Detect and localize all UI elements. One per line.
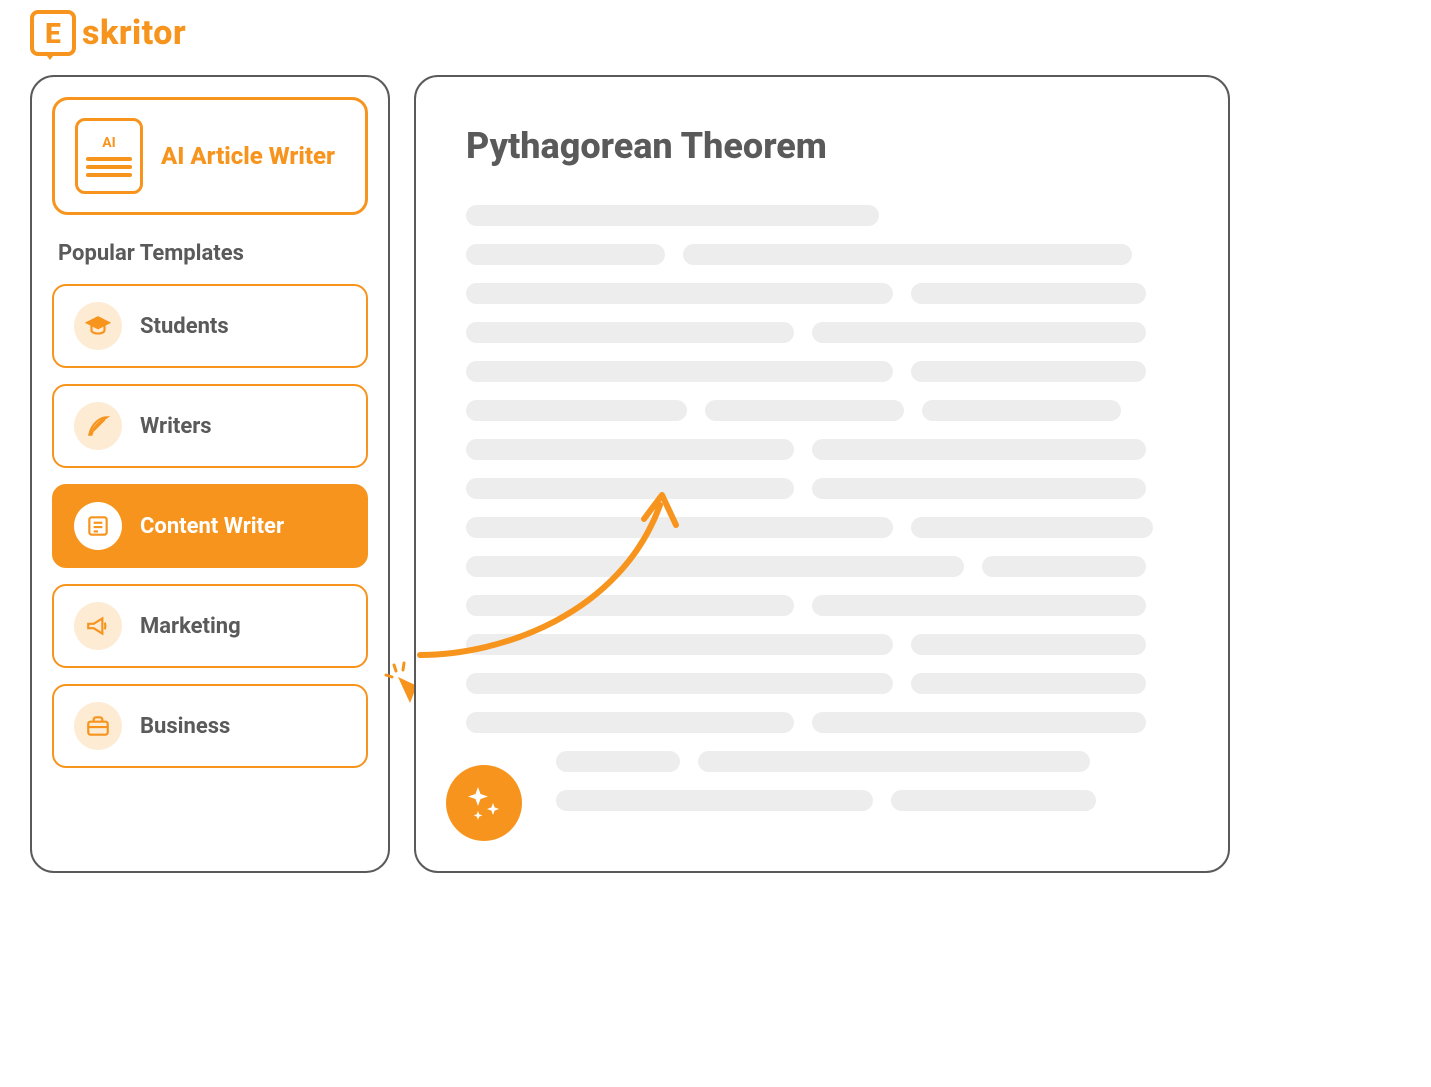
sparkle-icon bbox=[462, 781, 506, 825]
template-label: Writers bbox=[140, 414, 212, 439]
graduation-cap-icon bbox=[74, 302, 122, 350]
briefcase-icon bbox=[74, 702, 122, 750]
logo-text: skritor bbox=[82, 13, 186, 53]
template-marketing[interactable]: Marketing bbox=[52, 584, 368, 668]
template-label: Marketing bbox=[140, 614, 241, 639]
template-list: Students Writers bbox=[52, 284, 368, 768]
ai-document-icon: AI bbox=[75, 118, 143, 194]
ai-icon-label: AI bbox=[102, 135, 116, 151]
megaphone-icon bbox=[74, 602, 122, 650]
template-writers[interactable]: Writers bbox=[52, 384, 368, 468]
template-label: Business bbox=[140, 714, 230, 739]
sidebar-panel: AI AI Article Writer Popular Templates bbox=[30, 75, 390, 873]
template-business[interactable]: Business bbox=[52, 684, 368, 768]
document-lines-icon bbox=[86, 157, 132, 177]
brand-logo: E skritor bbox=[30, 10, 186, 56]
logo-letter: E bbox=[45, 17, 61, 50]
ai-article-writer-card[interactable]: AI AI Article Writer bbox=[52, 97, 368, 215]
document-title: Pythagorean Theorem bbox=[466, 125, 1178, 167]
popular-templates-heading: Popular Templates bbox=[52, 241, 368, 266]
template-students[interactable]: Students bbox=[52, 284, 368, 368]
template-label: Students bbox=[140, 314, 229, 339]
template-label: Content Writer bbox=[140, 514, 284, 539]
ai-writer-title: AI Article Writer bbox=[161, 142, 335, 170]
template-content-writer[interactable]: Content Writer bbox=[52, 484, 368, 568]
document-icon bbox=[74, 502, 122, 550]
ai-sparkle-badge[interactable] bbox=[446, 765, 522, 841]
logo-e-icon: E bbox=[30, 10, 76, 56]
content-placeholder-lines bbox=[466, 205, 1178, 811]
content-panel: Pythagorean Theorem bbox=[414, 75, 1230, 873]
feather-icon bbox=[74, 402, 122, 450]
